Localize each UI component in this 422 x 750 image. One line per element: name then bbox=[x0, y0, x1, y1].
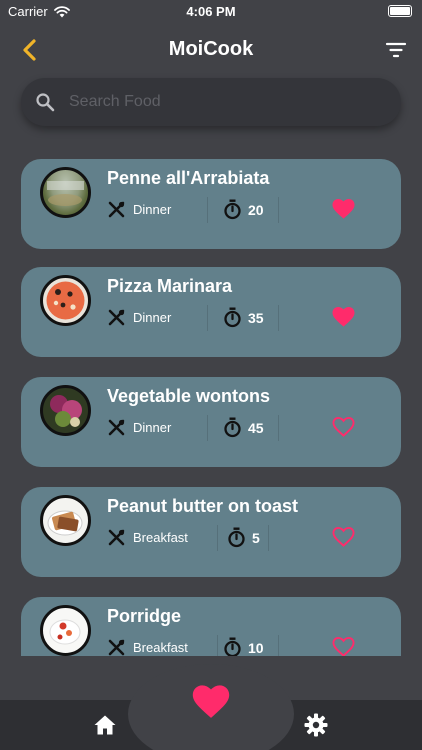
search-icon bbox=[36, 93, 55, 112]
timer-icon bbox=[224, 307, 241, 328]
favorite-heart-outline-icon[interactable] bbox=[332, 416, 355, 438]
page-title: MoiCook bbox=[168, 38, 254, 60]
recipe-thumbnail bbox=[40, 605, 91, 656]
fork-knife-icon bbox=[108, 529, 125, 546]
divider bbox=[207, 197, 208, 223]
recipe-thumbnail bbox=[40, 385, 91, 436]
recipe-title: Vegetable wontons bbox=[107, 386, 271, 406]
fork-knife-icon bbox=[108, 639, 125, 656]
divider bbox=[278, 197, 279, 223]
divider bbox=[278, 635, 279, 656]
timer-icon bbox=[224, 199, 241, 220]
search-bar[interactable] bbox=[21, 78, 401, 126]
favorite-heart-outline-icon[interactable] bbox=[332, 636, 355, 656]
filter-button[interactable] bbox=[384, 38, 408, 62]
recipe-thumbnail bbox=[40, 167, 91, 218]
cook-time: 35 bbox=[248, 310, 264, 326]
fork-knife-icon bbox=[108, 309, 125, 326]
recipe-thumbnail bbox=[40, 495, 91, 546]
meal-type-label: Breakfast bbox=[133, 530, 188, 545]
divider bbox=[217, 635, 218, 656]
home-tab-button[interactable] bbox=[93, 714, 117, 736]
divider bbox=[217, 525, 218, 551]
heart-icon bbox=[192, 685, 230, 718]
filter-icon bbox=[385, 42, 407, 58]
timer-icon bbox=[224, 417, 241, 438]
status-time: 4:06 PM bbox=[186, 4, 236, 19]
recipe-title: Penne all'Arrabiata bbox=[107, 168, 270, 188]
nav-bar: MoiCook bbox=[0, 28, 422, 72]
recipe-card[interactable]: Peanut butter on toast Breakfast 5 bbox=[21, 487, 401, 577]
recipe-card[interactable]: Pizza Marinara Dinner 35 bbox=[21, 267, 401, 357]
gear-icon bbox=[304, 713, 328, 737]
cook-time: 45 bbox=[248, 420, 264, 436]
battery-icon bbox=[388, 5, 412, 17]
recipe-card[interactable]: Vegetable wontons Dinner 45 bbox=[21, 377, 401, 467]
status-bar: Carrier 4:06 PM bbox=[0, 0, 422, 24]
cook-time: 5 bbox=[252, 530, 260, 546]
recipe-card[interactable]: Penne all'Arrabiata Dinner 20 bbox=[21, 159, 401, 249]
home-icon bbox=[94, 715, 116, 735]
favorite-heart-outline-icon[interactable] bbox=[332, 526, 355, 548]
cook-time: 10 bbox=[248, 640, 264, 656]
recipe-title: Porridge bbox=[107, 606, 182, 626]
divider bbox=[268, 525, 269, 551]
divider bbox=[207, 415, 208, 441]
fork-knife-icon bbox=[108, 201, 125, 218]
divider bbox=[207, 305, 208, 331]
cook-time: 20 bbox=[248, 202, 264, 218]
meal-type-label: Dinner bbox=[133, 202, 172, 217]
recipe-list[interactable]: Penne all'Arrabiata Dinner 20 Pizza Mari… bbox=[0, 154, 422, 656]
meal-type-label: Dinner bbox=[133, 420, 172, 435]
divider bbox=[278, 415, 279, 441]
recipe-title: Peanut butter on toast bbox=[107, 496, 299, 516]
recipe-title: Pizza Marinara bbox=[107, 276, 233, 296]
recipe-card[interactable]: Porridge Breakfast 10 bbox=[21, 597, 401, 656]
settings-tab-button[interactable] bbox=[304, 713, 328, 737]
meal-type-label: Dinner bbox=[133, 310, 172, 325]
meal-type-label: Breakfast bbox=[133, 640, 188, 655]
timer-icon bbox=[224, 637, 241, 656]
favorites-tab-button[interactable] bbox=[192, 684, 230, 720]
fork-knife-icon bbox=[108, 419, 125, 436]
search-input[interactable] bbox=[69, 86, 385, 118]
favorite-heart-icon[interactable] bbox=[332, 198, 355, 220]
divider bbox=[278, 305, 279, 331]
timer-icon bbox=[228, 527, 245, 548]
recipe-thumbnail bbox=[40, 275, 91, 326]
favorite-heart-icon[interactable] bbox=[332, 306, 355, 328]
